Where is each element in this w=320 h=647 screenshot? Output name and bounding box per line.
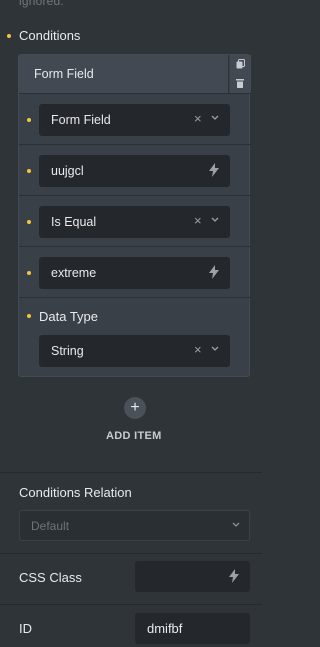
condition-row-field-key: uujgcl [19,144,251,195]
chevron-down-icon[interactable] [232,522,240,527]
condition-row-form-field: Form Field × [19,93,251,144]
conditions-repeater: Form Field Form Field × uujgcl Is Equal … [18,54,251,377]
condition-row-data-type: Data Type String × [19,297,251,377]
repeater-item-tools [230,55,251,93]
row-indicator-dot [27,220,31,224]
conditions-indicator-dot [7,34,11,38]
row-indicator-dot [27,169,31,173]
condition-row-value: extreme [19,246,251,297]
css-class-label: CSS Class [19,570,82,585]
value-input-value: extreme [51,266,97,280]
conditions-relation-placeholder: Default [31,519,70,533]
trash-icon[interactable] [236,79,244,88]
value-input[interactable]: extreme [39,257,230,289]
add-item-button[interactable]: ADD ITEM [106,430,162,442]
chevron-down-icon[interactable] [211,346,219,351]
conditions-relation-select[interactable]: Default [19,510,250,541]
dynamic-tag-bolt-icon[interactable] [229,569,239,583]
data-type-select-value: String [51,344,84,358]
conditions-relation-label: Conditions Relation [19,485,132,500]
dynamic-tag-bolt-icon[interactable] [209,163,219,177]
section-divider [0,604,262,605]
repeater-item-header[interactable]: Form Field [19,55,229,93]
data-type-select[interactable]: String × [39,335,230,367]
chevron-down-icon[interactable] [211,115,219,120]
clear-icon[interactable]: × [194,213,202,228]
dynamic-tag-bolt-icon[interactable] [209,265,219,279]
conditions-label: Conditions [19,28,81,43]
operator-select-value: Is Equal [51,215,97,229]
copy-icon[interactable] [236,59,245,69]
repeater-item-title: Form Field [34,67,94,81]
form-field-select-value: Form Field [51,113,111,127]
section-divider [0,472,262,473]
row-indicator-dot [27,314,31,318]
clipped-help-text: ignored. [19,0,64,8]
row-indicator-dot [27,118,31,122]
add-item-plus-icon[interactable]: + [124,397,146,419]
id-label: ID [19,621,32,636]
condition-row-operator: Is Equal × [19,195,251,246]
chevron-down-icon[interactable] [211,217,219,222]
data-type-label: Data Type [39,309,99,324]
clear-icon[interactable]: × [194,342,202,357]
field-key-input[interactable]: uujgcl [39,155,230,187]
field-key-input-value: uujgcl [51,164,84,178]
id-input-value: dmifbf [147,621,183,636]
clear-icon[interactable]: × [194,111,202,126]
operator-select[interactable]: Is Equal × [39,206,230,238]
id-input[interactable]: dmifbf [135,613,250,644]
css-class-input[interactable] [135,561,250,592]
section-divider [0,553,262,554]
form-field-select[interactable]: Form Field × [39,104,230,136]
row-indicator-dot [27,271,31,275]
